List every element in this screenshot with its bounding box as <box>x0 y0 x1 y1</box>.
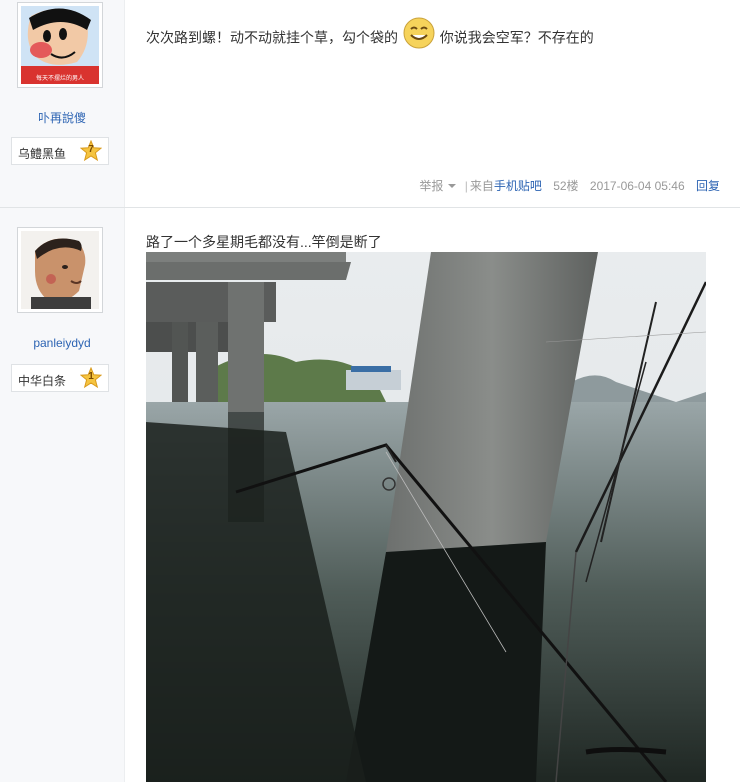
avatar-image <box>21 231 99 309</box>
badge-level-star-icon: 1 <box>79 366 103 389</box>
author-name[interactable]: panleiydyd <box>0 336 124 350</box>
post-text-part2: 你说我会空军？不存在的 <box>439 29 594 46</box>
floor-number: 52楼 <box>553 179 579 193</box>
badge-level-star-icon: 7 <box>79 139 103 162</box>
post-text-part1: 次次路到螺！动不动就挂个草，勾个袋的 <box>146 29 398 46</box>
report-link[interactable]: 举报 <box>414 179 457 193</box>
divider: | <box>464 179 468 193</box>
author-sidebar: 每天不摆烂的男人 卟再說傻 乌鳢黑鱼 7 <box>0 0 125 207</box>
source-link[interactable]: 手机贴吧 <box>494 179 542 193</box>
reply-link[interactable]: 回复 <box>696 179 720 193</box>
avatar-caption: 每天不摆烂的男人 <box>36 74 84 82</box>
avatar[interactable] <box>17 227 103 313</box>
post-floor-52: 每天不摆烂的男人 卟再說傻 乌鳢黑鱼 7 次次路到螺！动不动就挂个草，勾个袋的 <box>0 0 740 208</box>
member-badge[interactable]: 乌鳢黑鱼 7 <box>11 137 109 165</box>
smile-emoticon-icon <box>402 16 436 50</box>
source-label: 来自 <box>469 179 494 193</box>
post-content: 路了一个多星期毛都没有...竿倒是断了 <box>146 232 382 252</box>
chevron-down-icon <box>448 184 457 188</box>
avatar-image: 每天不摆烂的男人 <box>21 6 99 84</box>
badge-name: 中华白条 <box>18 374 67 388</box>
post-tail: 举报 | 来自手机贴吧 52楼 2017-06-04 05:46 回复 <box>409 177 720 194</box>
post-content: 次次路到螺！动不动就挂个草，勾个袋的 你说我会空军？不存在的 <box>146 17 594 56</box>
post-floor-53: panleiydyd 中华白条 1 路了一个多星期毛都没有...竿倒是断了 <box>0 208 740 782</box>
post-photo[interactable] <box>146 252 706 782</box>
report-label: 举报 <box>419 179 444 193</box>
badge-level: 7 <box>88 144 94 155</box>
badge-name: 乌鳢黑鱼 <box>18 147 67 161</box>
bridge-fishing-photo <box>146 252 706 782</box>
post-text: 路了一个多星期毛都没有...竿倒是断了 <box>146 234 382 250</box>
author-sidebar: panleiydyd 中华白条 1 <box>0 208 125 782</box>
avatar[interactable]: 每天不摆烂的男人 <box>17 2 103 88</box>
badge-level: 1 <box>88 371 94 382</box>
author-name[interactable]: 卟再說傻 <box>0 109 124 126</box>
post-timestamp: 2017-06-04 05:46 <box>589 179 685 193</box>
member-badge[interactable]: 中华白条 1 <box>11 364 109 392</box>
